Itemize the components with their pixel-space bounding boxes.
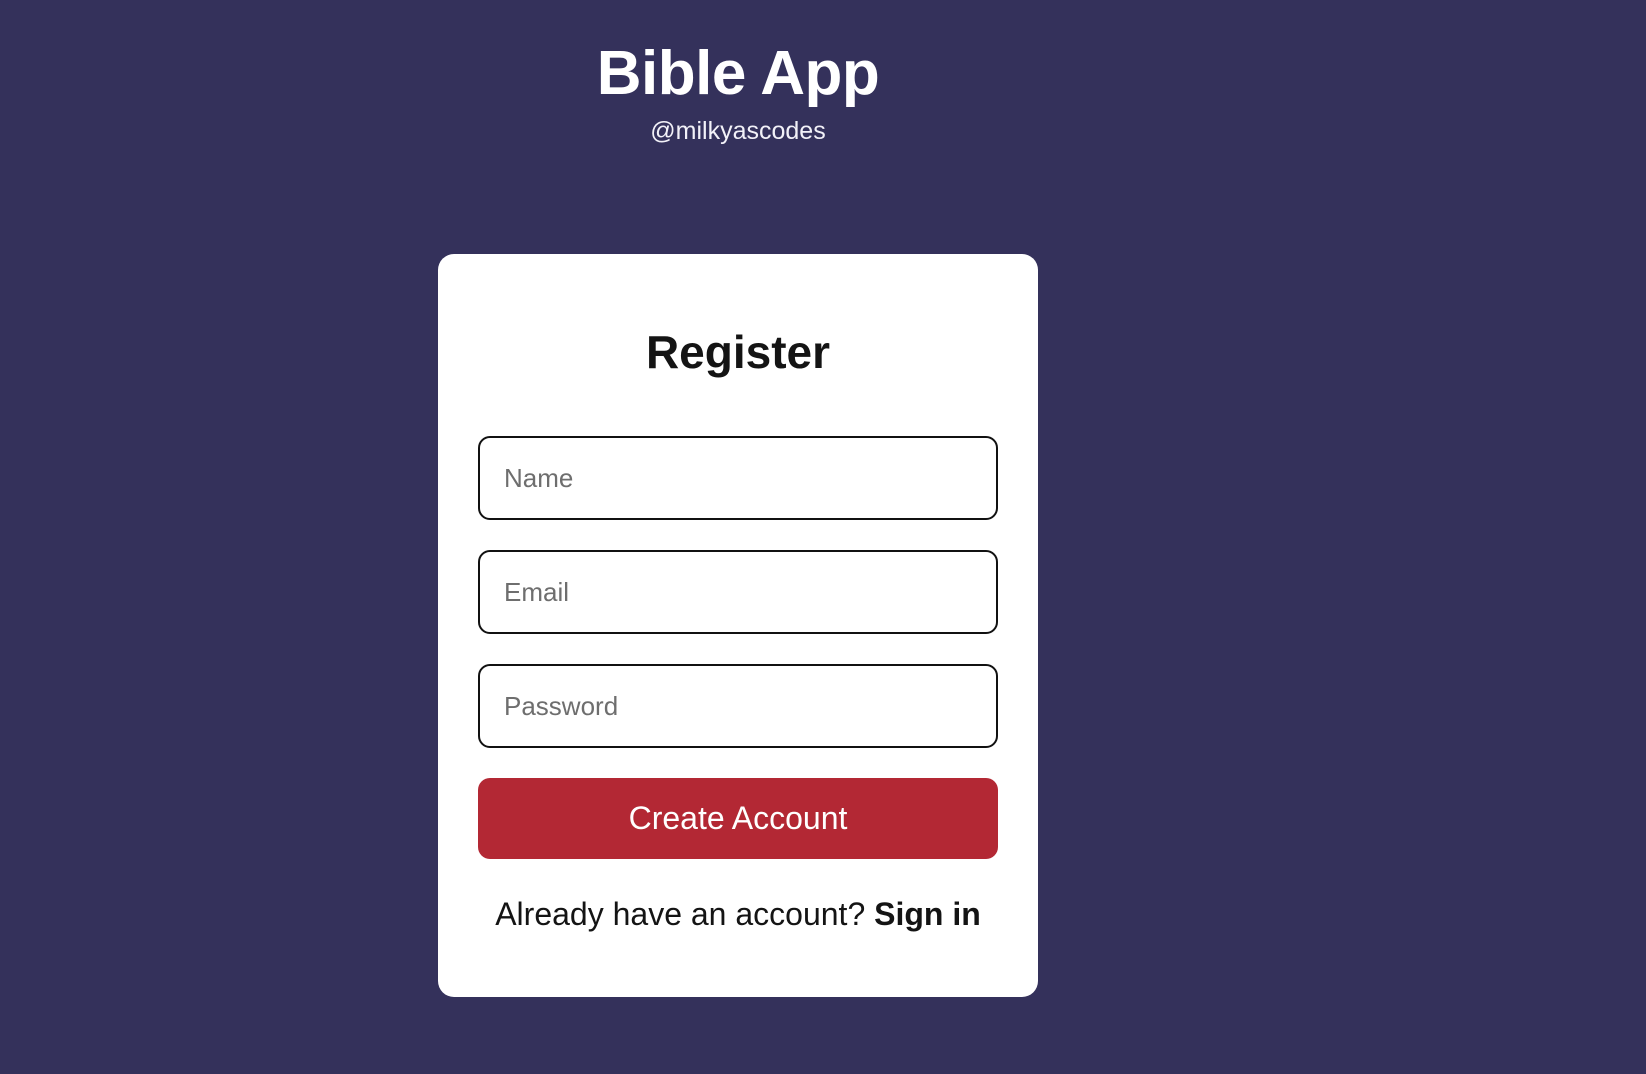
signin-prompt: Already have an account? bbox=[495, 896, 866, 932]
register-card: Register Create Account Already have an … bbox=[438, 254, 1038, 997]
create-account-button[interactable]: Create Account bbox=[478, 778, 998, 859]
password-input[interactable] bbox=[478, 664, 998, 748]
signin-row: Already have an account? Sign in bbox=[438, 894, 1038, 934]
register-heading: Register bbox=[645, 326, 831, 378]
app-handle: @milkyascodes bbox=[650, 117, 826, 145]
signin-link[interactable]: Sign in bbox=[874, 896, 981, 932]
app-title: Bible App bbox=[596, 39, 880, 108]
name-input[interactable] bbox=[478, 436, 998, 520]
email-input[interactable] bbox=[478, 550, 998, 634]
page-header: Bible App @milkyascodes bbox=[0, 38, 1476, 146]
